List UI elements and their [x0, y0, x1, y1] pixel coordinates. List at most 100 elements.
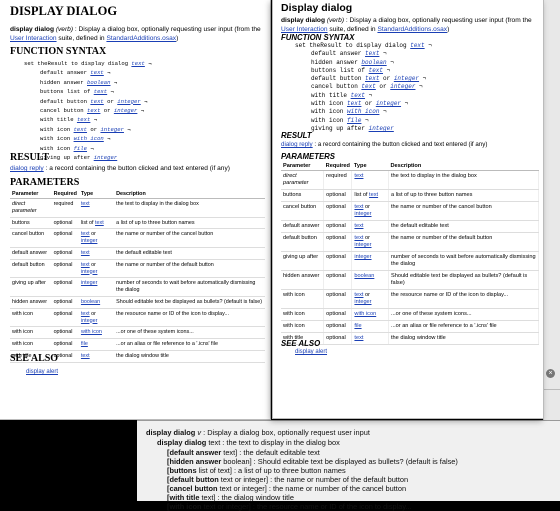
section-parameters: PARAMETERS [10, 177, 80, 188]
type-link[interactable]: integer [81, 280, 97, 286]
type-link[interactable]: file [81, 341, 88, 347]
type-link[interactable]: integer [354, 299, 371, 305]
syntax-type-link[interactable]: with icon [347, 108, 379, 115]
type-link[interactable]: with icon [354, 311, 376, 317]
syntax-type-link[interactable]: text [131, 60, 144, 67]
type-link[interactable]: text [81, 231, 90, 237]
param-required: optional [51, 338, 79, 351]
syntax-line: default button text or integer ¬ [24, 97, 152, 106]
continuation-mark: ¬ [365, 91, 373, 99]
syntax-type-link[interactable]: integer [100, 126, 124, 133]
syntax-type-link[interactable]: text [347, 100, 361, 107]
table-row: default button optional text or integer the… [10, 259, 265, 279]
term-param-desc: text or integer] : the name or number of… [217, 484, 407, 493]
term-param-desc: text or integer] : the resource name or … [201, 502, 412, 511]
file-link[interactable]: StandardAdditions.osax [106, 35, 176, 42]
syntax-type-link[interactable]: file [347, 117, 361, 124]
table-row: default button optional text or integer the… [281, 232, 539, 252]
syntax-keyword: or [361, 100, 376, 108]
syntax-type-link[interactable]: boolean [361, 59, 386, 66]
section-result: RESULT [10, 152, 50, 163]
see-also-link[interactable]: display alert [295, 349, 327, 355]
syntax-type-link[interactable]: integer [114, 107, 138, 114]
type-link[interactable]: text [81, 262, 90, 268]
type-link[interactable]: text [354, 335, 363, 341]
syntax-type-link[interactable]: integer [94, 154, 118, 161]
syntax-type-link[interactable]: integer [390, 83, 415, 90]
syntax-line: with icon text or integer ¬ [24, 125, 152, 134]
syntax-type-link[interactable]: text [410, 42, 424, 49]
result-text: dialog reply : a record containing the b… [10, 165, 230, 172]
type-link[interactable]: text [354, 173, 363, 179]
term-param-desc: boolean] : Should editable text be displ… [221, 457, 458, 466]
syntax-type-link[interactable]: text [74, 126, 87, 133]
type-link[interactable]: integer [81, 318, 97, 324]
type-link[interactable]: integer [354, 254, 371, 260]
see-also-link[interactable]: display alert [26, 369, 58, 375]
param-type: list of text [351, 189, 389, 202]
table-row: with icon optional text or integer the reso… [10, 308, 265, 328]
type-link[interactable]: boolean [81, 299, 100, 305]
param-required: optional [323, 270, 353, 290]
param-name: default answer [281, 220, 325, 233]
syntax-type-link[interactable]: text [77, 116, 90, 123]
type-link[interactable]: text [369, 192, 378, 198]
type-link[interactable]: text [81, 201, 90, 207]
type-or: or [89, 261, 96, 268]
param-description: ...or one of these system icons... [114, 326, 265, 340]
syntax-type-link[interactable]: text [90, 98, 103, 105]
syntax-type-link[interactable]: text [361, 83, 375, 90]
type-link[interactable]: integer [81, 269, 97, 275]
type-link[interactable]: with icon [81, 329, 102, 335]
type-link[interactable]: integer [354, 242, 371, 248]
type-link[interactable]: integer [354, 211, 371, 217]
syntax-type-link[interactable]: integer [117, 98, 141, 105]
dialog-reply-link[interactable]: dialog reply [10, 165, 44, 172]
param-description: the resource name or ID of the icon to d… [114, 308, 265, 328]
suite-link[interactable]: User Interaction [281, 26, 328, 33]
param-description: the name or number of the default button [388, 232, 539, 252]
param-required: optional [51, 277, 79, 297]
type-link[interactable]: file [354, 323, 361, 329]
syntax-type-link[interactable]: file [74, 145, 87, 152]
continuation-mark: ¬ [424, 42, 432, 49]
table-row: default answer optional text the default ed… [10, 247, 265, 260]
syntax-keyword: or [87, 125, 101, 133]
syntax-type-link[interactable]: boolean [87, 79, 111, 86]
syntax-type-link[interactable]: text [351, 92, 365, 99]
syntax-type-link[interactable]: text [365, 50, 379, 57]
type-link[interactable]: text [81, 311, 90, 317]
type-link[interactable]: boolean [354, 273, 374, 279]
continuation-mark: ¬ [386, 58, 394, 66]
syntax-type-link[interactable]: text [94, 88, 107, 95]
param-required: required [51, 198, 79, 218]
type-link[interactable]: text [81, 353, 90, 359]
syntax-type-link[interactable]: text [90, 69, 103, 76]
syntax-type-link[interactable]: integer [394, 75, 419, 82]
param-required: optional [51, 326, 79, 340]
syntax-type-link[interactable]: with icon [74, 135, 104, 142]
term-param-name: [with icon [167, 502, 202, 511]
param-name: with icon [10, 308, 52, 328]
type-link[interactable]: text [95, 220, 104, 226]
syntax-type-link[interactable]: integer [369, 125, 394, 132]
section-see-also: SEE ALSO [10, 353, 59, 364]
type-link[interactable]: text [81, 250, 90, 256]
syntax-line: with icon with icon ¬ [24, 134, 152, 143]
dialog-reply-link[interactable]: dialog reply [281, 141, 313, 148]
syntax-type-link[interactable]: text [369, 67, 383, 74]
syntax-type-link[interactable]: integer [376, 100, 401, 107]
syntax-line: with icon with icon ¬ [295, 108, 432, 116]
type-link[interactable]: text [354, 223, 363, 229]
param-name: with icon [281, 308, 325, 321]
close-icon[interactable]: × [546, 369, 555, 378]
file-link[interactable]: StandardAdditions.osax [377, 26, 447, 33]
table-row: direct parameter required text the text to … [10, 198, 265, 218]
table-row: buttons optional list of text a list of up … [281, 189, 539, 202]
param-name: with icon [281, 289, 325, 309]
syntax-type-link[interactable]: text [87, 107, 100, 114]
syntax-type-link[interactable]: text [365, 75, 379, 82]
type-link[interactable]: integer [81, 238, 97, 244]
term-line-1: display dialog v : Display a dialog box,… [146, 428, 370, 437]
suite-link[interactable]: User Interaction [10, 35, 57, 42]
